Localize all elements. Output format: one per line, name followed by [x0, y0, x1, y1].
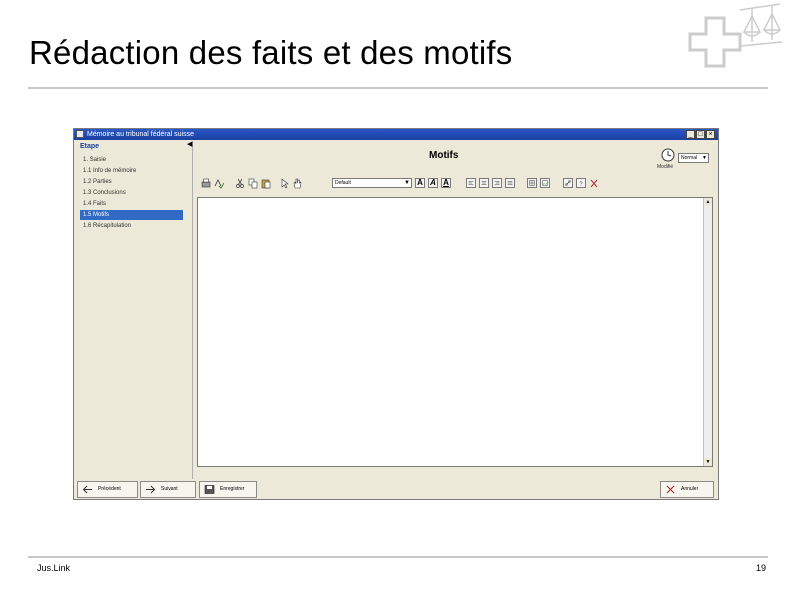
window-titlebar[interactable]: Mémoire au tribunal fédéral suisse _ □ ×: [74, 129, 718, 140]
sidebar-header: Etape: [80, 143, 100, 150]
cut-icon[interactable]: [235, 178, 245, 189]
bold-button[interactable]: A: [415, 178, 425, 188]
previous-label: Précédent: [98, 486, 121, 492]
svg-text:?: ?: [579, 181, 582, 187]
sidebar-splitter[interactable]: [187, 141, 193, 479]
next-button[interactable]: Suivant: [140, 481, 196, 498]
cancel-icon: [666, 485, 675, 494]
app-window: Mémoire au tribunal fédéral suisse _ □ ×…: [73, 128, 719, 500]
arrow-left-icon: [82, 485, 92, 494]
sidebar-item-conclusions[interactable]: 1.3 Conclusions: [80, 188, 183, 198]
collapse-arrow-icon[interactable]: ◀: [187, 141, 192, 149]
motifs-text-editor[interactable]: ▲ ▼: [197, 197, 713, 467]
header-divider: [28, 87, 768, 89]
previous-button[interactable]: Précédent: [77, 481, 138, 498]
copy-icon[interactable]: [248, 178, 258, 189]
save-button[interactable]: Enregistrer: [199, 481, 257, 498]
spellcheck-icon[interactable]: [214, 178, 224, 189]
sidebar-item-faits[interactable]: 1.4 Faits: [80, 199, 183, 209]
floppy-disk-icon: [204, 485, 215, 494]
scroll-up-icon[interactable]: ▲: [704, 198, 712, 206]
footer-brand: Jus.Link: [37, 563, 71, 573]
slide-title: Rédaction des faits et des motifs: [29, 34, 513, 71]
scroll-down-icon[interactable]: ▼: [704, 458, 712, 466]
federal-court-logo-icon: [688, 3, 783, 68]
cancel-button[interactable]: Annuler: [660, 481, 714, 498]
editor-toolbar: Default ▼ A A A ?: [201, 177, 711, 191]
page-number: 19: [756, 563, 767, 573]
paste-icon[interactable]: [261, 178, 271, 189]
footer-divider: [28, 556, 768, 558]
chevron-down-icon: ▼: [702, 155, 707, 161]
font-select[interactable]: Default ▼: [332, 178, 412, 188]
wizard-bottom-bar: Précédent Suivant Enregistrer Annuler: [74, 479, 718, 499]
hand-icon[interactable]: [292, 178, 302, 189]
clear-format-icon[interactable]: [589, 178, 599, 189]
align-left-icon[interactable]: [466, 178, 476, 188]
underline-button[interactable]: A: [441, 178, 451, 188]
table-icon[interactable]: [527, 178, 537, 188]
main-panel: Motifs Modifié Normal ▼ Default ▼ A A A …: [195, 142, 717, 478]
link-icon[interactable]: [563, 178, 573, 188]
maximize-button[interactable]: □: [696, 130, 705, 139]
pointer-icon[interactable]: [279, 178, 289, 189]
next-label: Suivant: [161, 486, 178, 492]
sidebar-item-info-memoire[interactable]: 1.1 Info de mémoire: [80, 166, 183, 176]
font-select-value: Default: [335, 180, 351, 186]
cancel-label: Annuler: [681, 486, 699, 492]
clock-caption: Modifié: [657, 164, 674, 170]
justify-icon[interactable]: [505, 178, 515, 188]
steps-sidebar: Etape 1. Saisie 1.1 Info de mémoire 1.2 …: [77, 142, 184, 478]
app-icon: [76, 130, 84, 138]
sidebar-item-saisie[interactable]: 1. Saisie: [80, 155, 183, 165]
italic-button[interactable]: A: [428, 178, 438, 188]
align-right-icon[interactable]: [492, 178, 502, 188]
chevron-down-icon: ▼: [404, 180, 410, 186]
window-title: Mémoire au tribunal fédéral suisse: [87, 131, 194, 138]
image-icon[interactable]: [540, 178, 550, 188]
vertical-scrollbar[interactable]: ▲ ▼: [703, 198, 712, 466]
paragraph-style-select[interactable]: Normal ▼: [678, 153, 709, 163]
close-button[interactable]: ×: [706, 130, 715, 139]
clock-icon: [661, 148, 675, 162]
paragraph-style-value: Normal: [681, 155, 698, 161]
minimize-button[interactable]: _: [686, 130, 695, 139]
save-label: Enregistrer: [220, 486, 245, 492]
page-heading: Motifs: [429, 150, 459, 161]
align-center-icon[interactable]: [479, 178, 489, 188]
sidebar-item-parties[interactable]: 1.2 Parties: [80, 177, 183, 187]
sidebar-item-motifs[interactable]: 1.5 Motifs: [80, 210, 183, 220]
help-icon[interactable]: ?: [576, 178, 586, 188]
print-icon[interactable]: [201, 178, 211, 189]
arrow-right-icon: [146, 485, 156, 494]
sidebar-item-recapitulation[interactable]: 1.6 Récapitulation: [80, 221, 183, 231]
